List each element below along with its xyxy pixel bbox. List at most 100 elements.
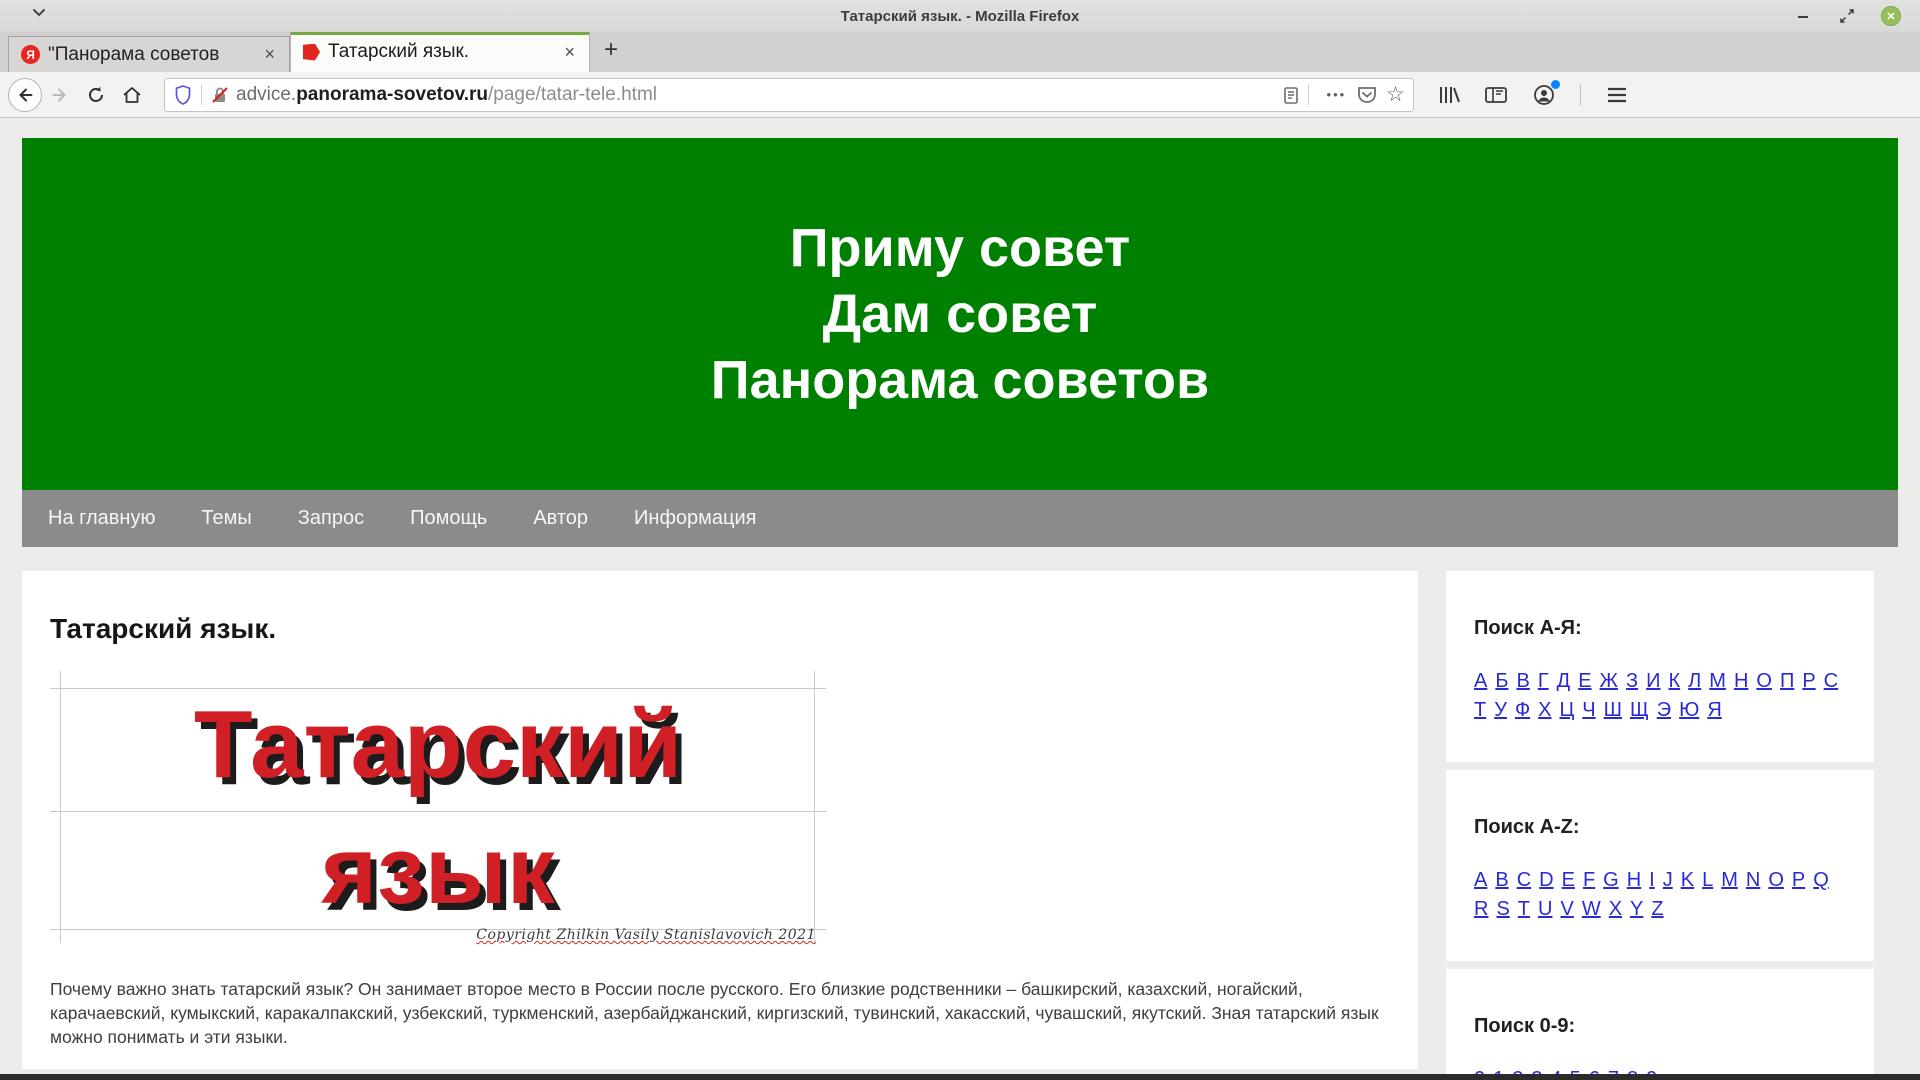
letter-link[interactable]: З xyxy=(1626,670,1638,693)
letter-link[interactable]: Б xyxy=(1495,670,1508,693)
letter-link[interactable]: П xyxy=(1780,670,1794,693)
letter-links: АБВГДЕЖЗИКЛМНОПРС ТУФХЦЧШЩЭЮЯ xyxy=(1474,670,1846,722)
letter-link[interactable]: D xyxy=(1539,869,1553,892)
nav-menu-item[interactable]: Запрос xyxy=(298,507,364,530)
library-icon[interactable] xyxy=(1436,84,1460,106)
letter-link[interactable]: Ч xyxy=(1582,699,1595,722)
nav-menu-item[interactable]: Автор xyxy=(533,507,588,530)
letter-link[interactable]: Л xyxy=(1688,670,1701,693)
page-actions-icon[interactable]: ••• xyxy=(1327,87,1347,102)
sidebar-toggle-icon[interactable] xyxy=(1484,85,1508,105)
letter-link[interactable]: И xyxy=(1646,670,1660,693)
reader-mode-icon[interactable] xyxy=(1282,85,1300,105)
window-title: Татарский язык. - Mozilla Firefox xyxy=(0,8,1920,25)
minimize-button[interactable] xyxy=(1792,5,1814,27)
letter-link[interactable]: Щ xyxy=(1630,699,1649,722)
letter-link[interactable]: H xyxy=(1627,869,1641,892)
article-title: Татарский язык. xyxy=(50,613,1390,645)
article-paragraph: Почему важно знать татарский язык? Он за… xyxy=(50,977,1390,1049)
letter-link[interactable]: Э xyxy=(1657,699,1671,722)
letter-link[interactable]: Т xyxy=(1474,699,1486,722)
letter-link[interactable]: Х xyxy=(1538,699,1551,722)
letter-link[interactable]: F xyxy=(1583,869,1595,892)
letter-link[interactable]: T xyxy=(1518,898,1530,921)
letter-link[interactable]: P xyxy=(1792,869,1805,892)
insecure-lock-icon[interactable] xyxy=(210,85,230,105)
nav-menu-item[interactable]: На главную xyxy=(48,507,155,530)
tab-close-icon[interactable]: × xyxy=(260,44,279,65)
menu-hamburger-icon[interactable] xyxy=(1605,85,1629,105)
letter-link[interactable]: Р xyxy=(1802,670,1815,693)
letter-link[interactable]: B xyxy=(1495,869,1508,892)
letter-link[interactable]: Y xyxy=(1630,898,1643,921)
close-icon: ✕ xyxy=(1881,6,1901,26)
home-button[interactable] xyxy=(114,77,150,113)
reload-button[interactable] xyxy=(78,77,114,113)
pocket-icon[interactable] xyxy=(1356,84,1378,105)
letter-link[interactable]: S xyxy=(1496,898,1509,921)
tracking-protection-shield-icon[interactable] xyxy=(173,84,193,106)
tab-close-icon[interactable]: × xyxy=(560,42,579,63)
letter-link[interactable]: C xyxy=(1517,869,1531,892)
letter-link[interactable]: Я xyxy=(1707,699,1721,722)
tab-bar: Я "Панорама советов × Татарский язык. × … xyxy=(0,32,1920,72)
letter-link[interactable]: Е xyxy=(1578,670,1591,693)
letter-link[interactable]: Ю xyxy=(1679,699,1699,722)
letter-link[interactable]: A xyxy=(1474,869,1487,892)
letter-link[interactable]: Q xyxy=(1813,869,1829,892)
letter-link[interactable]: J xyxy=(1663,869,1673,892)
search-block-cyrillic: Поиск А-Я: АБВГДЕЖЗИКЛМНОПРСТУФХЦЧШЩЭЮЯ xyxy=(1446,571,1874,762)
back-button[interactable] xyxy=(8,78,42,112)
letter-link[interactable]: М xyxy=(1709,670,1726,693)
letter-link[interactable]: В xyxy=(1516,670,1529,693)
tab-label: Татарский язык. xyxy=(328,41,552,63)
letter-link[interactable]: Н xyxy=(1734,670,1748,693)
letter-link[interactable]: X xyxy=(1609,898,1622,921)
letter-link[interactable]: Г xyxy=(1538,670,1549,693)
nav-menu-item[interactable]: Информация xyxy=(634,507,756,530)
letter-link[interactable]: К xyxy=(1668,670,1680,693)
maximize-button[interactable] xyxy=(1836,5,1858,27)
chevron-down-icon[interactable] xyxy=(30,6,48,20)
new-tab-button[interactable]: + xyxy=(604,36,618,64)
site-banner: Приму совет Дам совет Панорама советов xyxy=(22,138,1898,490)
letter-link[interactable]: R xyxy=(1474,898,1488,921)
letter-link[interactable]: Ц xyxy=(1560,699,1575,722)
letter-link[interactable]: С xyxy=(1824,670,1838,693)
nav-menu-item[interactable]: Темы xyxy=(201,507,251,530)
letter-link[interactable]: I xyxy=(1649,869,1655,892)
letter-link[interactable]: N xyxy=(1746,869,1760,892)
letter-link[interactable]: K xyxy=(1681,869,1694,892)
bookmark-star-icon[interactable]: ☆ xyxy=(1386,82,1405,107)
tab-panorama-sovetov[interactable]: Я "Панорама советов × xyxy=(8,36,290,72)
letter-link[interactable]: О xyxy=(1756,670,1772,693)
letter-link[interactable]: Д xyxy=(1557,670,1571,693)
letter-link[interactable]: O xyxy=(1768,869,1784,892)
image-text-line2: язык xyxy=(50,811,826,931)
bottom-panel-edge xyxy=(0,1074,1920,1080)
letter-link[interactable]: G xyxy=(1603,869,1619,892)
url-bar[interactable]: advice.panorama-sovetov.ru/page/tatar-te… xyxy=(164,78,1414,112)
nav-menu-item[interactable]: Помощь xyxy=(410,507,487,530)
site-nav-menu: На главную Темы Запрос Помощь Автор Информаци… xyxy=(22,490,1898,547)
web-page: Приму совет Дам совет Панорама советов Н… xyxy=(0,118,1920,1080)
tab-tatar-language[interactable]: Татарский язык. × xyxy=(290,32,590,72)
account-icon[interactable] xyxy=(1532,83,1556,107)
letter-link[interactable]: M xyxy=(1721,869,1738,892)
letter-link[interactable]: Z xyxy=(1651,898,1663,921)
letter-link[interactable]: А xyxy=(1474,670,1487,693)
letter-link[interactable]: V xyxy=(1560,898,1573,921)
letter-link[interactable]: У xyxy=(1494,699,1507,722)
letter-link[interactable]: Ш xyxy=(1604,699,1622,722)
letter-link[interactable]: L xyxy=(1702,869,1713,892)
letter-link[interactable]: Ж xyxy=(1600,670,1618,693)
letter-link[interactable]: U xyxy=(1538,898,1552,921)
forward-button[interactable] xyxy=(42,77,78,113)
letter-link[interactable]: E xyxy=(1562,869,1575,892)
article: Татарский язык. Татарский язык Copyright… xyxy=(22,571,1418,1069)
close-button[interactable]: ✕ xyxy=(1880,5,1902,27)
url-text: advice.panorama-sovetov.ru/page/tatar-te… xyxy=(236,84,1282,106)
divider xyxy=(1308,85,1309,105)
letter-link[interactable]: W xyxy=(1582,898,1601,921)
letter-link[interactable]: Ф xyxy=(1515,699,1530,722)
